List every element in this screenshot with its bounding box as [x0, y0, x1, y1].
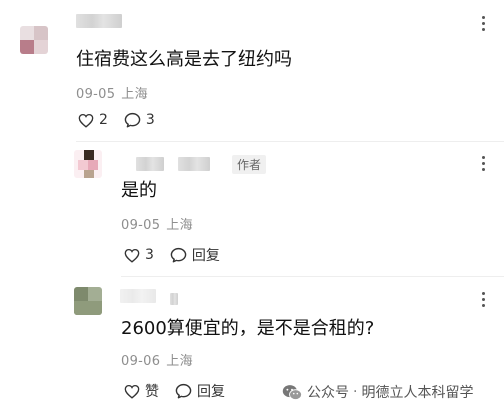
comment-text: 是的 [121, 180, 157, 201]
comment-meta: 09-05 上海 [76, 83, 148, 102]
like-count: 3 [145, 247, 154, 263]
reply-label: 回复 [197, 384, 225, 400]
comment-text: 2600算便宜的，是不是合租的? [121, 318, 375, 339]
comment-date: 09-05 [76, 87, 116, 102]
like-count: 2 [99, 112, 108, 128]
comment-location: 上海 [166, 218, 193, 233]
more-vertical-icon[interactable] [477, 154, 491, 174]
divider [76, 141, 504, 142]
more-vertical-icon[interactable] [477, 290, 491, 310]
comment-actions: 2 3 [78, 112, 171, 128]
comment-location: 上海 [166, 354, 193, 369]
username-suffix [170, 293, 178, 305]
watermark: 公众号 · 明德立人本科留学 [282, 382, 473, 402]
wechat-logo-icon [282, 384, 302, 400]
username[interactable] [76, 14, 122, 28]
like-button[interactable]: 赞 [124, 381, 159, 401]
like-button[interactable]: 2 [78, 112, 108, 128]
avatar[interactable] [74, 150, 102, 178]
comment-meta: 09-06 上海 [121, 350, 193, 369]
like-button[interactable]: 3 [124, 247, 154, 263]
comment-bubble-icon [175, 383, 192, 399]
heart-icon [124, 384, 140, 399]
reply-button[interactable]: 回复 [175, 381, 225, 401]
heart-icon [78, 113, 94, 128]
like-label: 赞 [145, 384, 159, 400]
divider [121, 276, 504, 277]
comment-meta: 09-05 上海 [121, 214, 193, 233]
watermark-account-name: 明德立人本科留学 [361, 385, 474, 401]
author-badge: 作者 [232, 155, 267, 174]
username[interactable] [136, 157, 164, 171]
reply-button[interactable]: 3 [124, 112, 155, 128]
comment-actions: 3 回复 [124, 245, 236, 265]
reply-count: 3 [145, 112, 155, 128]
comment-location: 上海 [121, 87, 148, 102]
username-suffix [178, 157, 210, 171]
heart-icon [124, 248, 140, 263]
watermark-separator: · [353, 384, 358, 400]
comment-date: 09-06 [121, 354, 161, 369]
username[interactable] [120, 289, 156, 303]
reply-label: 回复 [191, 248, 220, 264]
avatar[interactable] [74, 287, 102, 315]
comment-bubble-icon [124, 112, 141, 128]
reply-button[interactable]: 回复 [170, 245, 220, 265]
comment-date: 09-05 [121, 218, 161, 233]
avatar[interactable] [20, 26, 48, 54]
comment-bubble-icon [170, 247, 187, 263]
watermark-account-label: 公众号 [307, 385, 349, 401]
more-vertical-icon[interactable] [477, 14, 491, 34]
comment-text: 住宿费这么高是去了纽约吗 [76, 49, 292, 70]
comment-actions: 赞 回复 [124, 381, 241, 401]
